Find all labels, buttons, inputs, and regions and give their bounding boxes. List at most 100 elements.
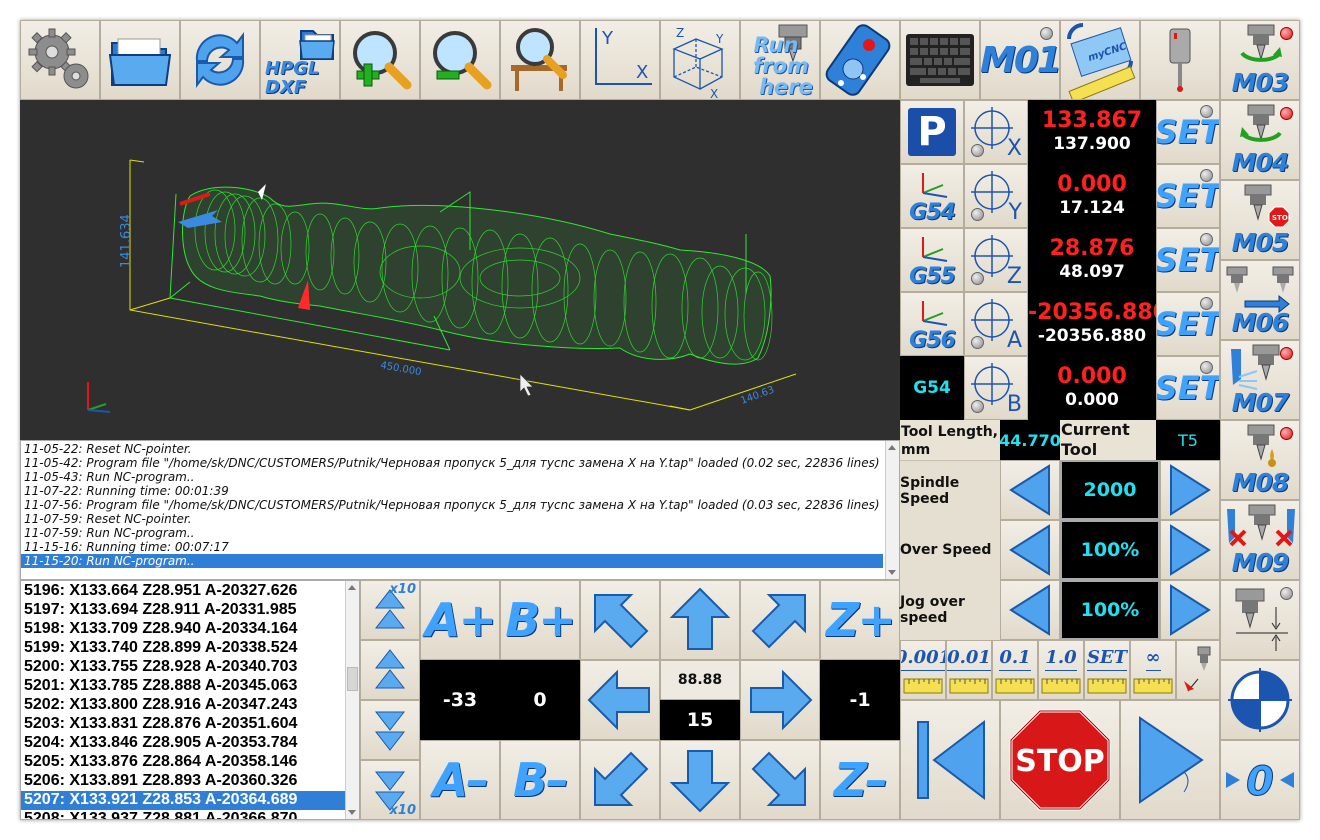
go-to-origin-button[interactable] (1220, 660, 1300, 740)
page-down-fast-button[interactable]: x10 (360, 760, 420, 820)
import-hpgl-dxf-button[interactable]: HPGL DXF (260, 20, 340, 100)
zero-all-button[interactable]: 0 (1220, 740, 1300, 820)
m05-button[interactable]: STOP M05 (1220, 180, 1300, 260)
zero-axis-button[interactable]: Z (964, 228, 1028, 292)
gcode-line[interactable]: 5207: X133.921 Z28.853 A-20364.689 (21, 791, 347, 810)
park-button[interactable]: P (900, 100, 964, 164)
spindle-speed-decrease-button[interactable] (1000, 460, 1060, 520)
jog-y-minus-button[interactable] (660, 740, 740, 820)
gcode-line[interactable]: 5197: X133.694 Z28.911 A-20331.985 (21, 601, 347, 620)
page-up-button[interactable] (360, 640, 420, 700)
jog-step-button[interactable]: 1.0 (1038, 640, 1084, 700)
m08-button[interactable]: M08 (1220, 420, 1300, 500)
gcode-line[interactable]: 5203: X133.831 Z28.876 A-20351.604 (21, 715, 347, 734)
gcode-line[interactable]: 5208: X133.937 Z28.881 A-20366.870 (21, 810, 347, 819)
jog-b-minus-button[interactable]: B– (500, 740, 580, 820)
log-entry[interactable]: 11-07-59: Reset NC-pointer. (21, 512, 883, 526)
set-axis-button[interactable]: SET (1156, 100, 1220, 164)
jog-z-minus-button[interactable]: Z– (820, 740, 900, 820)
m07-button[interactable]: M07 (1220, 340, 1300, 420)
zero-axis-button[interactable]: X (964, 100, 1028, 164)
log-scrollbar[interactable] (885, 441, 899, 579)
gcode-line[interactable]: 5204: X133.846 Z28.905 A-20353.784 (21, 734, 347, 753)
settings-button[interactable] (20, 20, 100, 100)
jog-x-minus-button[interactable] (580, 660, 660, 740)
gcode-line[interactable]: 5201: X133.785 Z28.888 A-20345.063 (21, 677, 347, 696)
zero-axis-button[interactable]: A (964, 292, 1028, 356)
jog-y-plus-button[interactable] (660, 580, 740, 660)
pendant-button[interactable] (820, 20, 900, 100)
m03-button[interactable]: M03 (1220, 20, 1300, 100)
gcode-line[interactable]: 5202: X133.800 Z28.916 A-20347.243 (21, 696, 347, 715)
rewind-button[interactable] (900, 700, 1000, 820)
jog-b-plus-button[interactable]: B+ (500, 580, 580, 660)
spindle-speed-increase-button[interactable] (1160, 460, 1220, 520)
gcode-scroll-thumb[interactable] (347, 667, 358, 691)
jog-x-plus-y-plus-button[interactable] (740, 580, 820, 660)
view-xy-button[interactable]: Y X (580, 20, 660, 100)
gcode-line[interactable]: 5205: X133.876 Z28.864 A-20358.146 (21, 753, 347, 772)
jog-a-minus-button[interactable]: A– (420, 740, 500, 820)
jog-speed-increase-button[interactable] (1160, 580, 1220, 640)
log-scroll-down-icon[interactable] (888, 570, 896, 575)
open-file-button[interactable] (100, 20, 180, 100)
jog-z-plus-button[interactable]: Z+ (820, 580, 900, 660)
reload-button[interactable] (180, 20, 260, 100)
m06-button[interactable]: M06 (1220, 260, 1300, 340)
mycnc-button[interactable]: myCNC (1060, 20, 1140, 100)
m04-button[interactable]: M04 (1220, 100, 1300, 180)
start-button[interactable] (1120, 700, 1220, 820)
zero-axis-button[interactable]: Y (964, 164, 1028, 228)
gcode-line[interactable]: 5198: X133.709 Z28.940 A-20334.164 (21, 620, 347, 639)
wcs-g56-button[interactable]: G56 (900, 292, 964, 356)
probe-tool-button[interactable] (1176, 640, 1220, 700)
keyboard-button[interactable] (900, 20, 980, 100)
wcs-g54-button[interactable]: G54 (900, 164, 964, 228)
jog-x-minus-y-plus-button[interactable] (580, 580, 660, 660)
tool-measure-button[interactable] (1220, 580, 1300, 660)
stop-button[interactable]: STOP (1000, 700, 1120, 820)
gcode-line[interactable]: 5196: X133.664 Z28.951 A-20327.626 (21, 582, 347, 601)
zoom-in-button[interactable] (340, 20, 420, 100)
over-speed-increase-button[interactable] (1160, 520, 1220, 580)
gcode-line[interactable]: 5206: X133.891 Z28.893 A-20360.326 (21, 772, 347, 791)
log-entry[interactable]: 11-07-22: Running time: 00:01:39 (21, 484, 883, 498)
jog-step-button[interactable]: 0.1 (992, 640, 1038, 700)
zoom-out-button[interactable] (420, 20, 500, 100)
gcode-listing[interactable]: 5196: X133.664 Z28.951 A-20327.626 5197: … (20, 580, 360, 820)
jog-step-button[interactable]: ∞ (1130, 640, 1176, 700)
jog-x-plus-button[interactable] (740, 660, 820, 740)
log-entry[interactable]: 11-15-16: Running time: 00:07:17 (21, 540, 883, 554)
jog-step-button[interactable]: SET (1084, 640, 1130, 700)
page-up-fast-button[interactable]: x10 (360, 580, 420, 640)
gcode-scroll-up-icon[interactable] (348, 585, 356, 590)
probe-button[interactable] (1140, 20, 1220, 100)
zoom-table-button[interactable] (500, 20, 580, 100)
zero-axis-button[interactable]: B (964, 356, 1028, 420)
jog-a-plus-button[interactable]: A+ (420, 580, 500, 660)
gcode-scrollbar[interactable] (345, 581, 359, 819)
m01-button[interactable]: M01 (980, 20, 1060, 100)
wcs-g55-button[interactable]: G55 (900, 228, 964, 292)
jog-step-button[interactable]: 0.01 (946, 640, 992, 700)
gcode-line[interactable]: 5200: X133.755 Z28.928 A-20340.703 (21, 658, 347, 677)
page-down-button[interactable] (360, 700, 420, 760)
log-entry[interactable]: 11-05-42: Program file "/home/sk/DNC/CUS… (21, 456, 883, 470)
log-entry[interactable]: 11-15-20: Run NC-program.. (21, 554, 883, 568)
toolpath-3d-viewport[interactable]: 141.634 450.000 140.63 (20, 100, 900, 440)
set-axis-button[interactable]: SET (1156, 292, 1220, 356)
log-entry[interactable]: 11-05-43: Run NC-program.. (21, 470, 883, 484)
log-entry[interactable]: 11-05-22: Reset NC-pointer. (21, 442, 883, 456)
log-scroll-up-icon[interactable] (888, 445, 896, 450)
gcode-scroll-down-icon[interactable] (348, 810, 356, 815)
log-entry[interactable]: 11-07-59: Run NC-program.. (21, 526, 883, 540)
message-log[interactable]: 11-05-22: Reset NC-pointer. 11-05-42: Pro… (20, 440, 900, 580)
jog-speed-decrease-button[interactable] (1000, 580, 1060, 640)
view-3d-button[interactable]: Z Y X (660, 20, 740, 100)
log-entry[interactable]: 11-07-56: Program file "/home/sk/DNC/CUS… (21, 498, 883, 512)
gcode-line[interactable]: 5199: X133.740 Z28.899 A-20338.524 (21, 639, 347, 658)
set-axis-button[interactable]: SET (1156, 356, 1220, 420)
run-from-here-button[interactable]: Run from here (740, 20, 820, 100)
set-axis-button[interactable]: SET (1156, 228, 1220, 292)
m09-button[interactable]: M09 (1220, 500, 1300, 580)
